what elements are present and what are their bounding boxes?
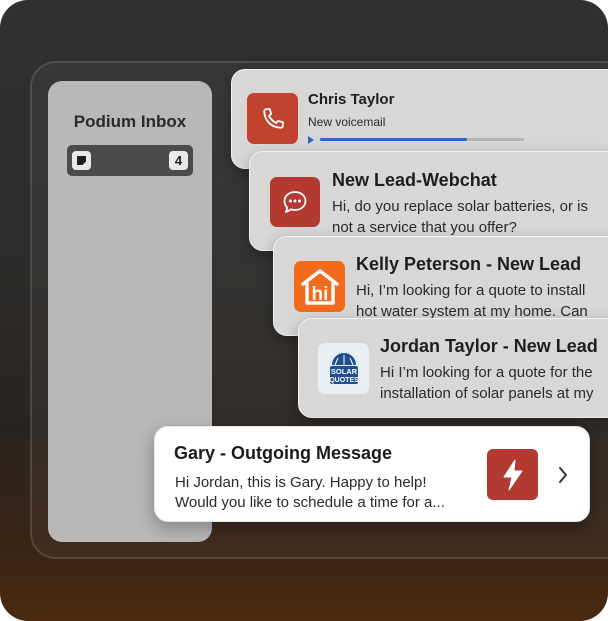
notification-title: Kelly Peterson - New Lead <box>356 254 582 274</box>
play-icon[interactable] <box>308 136 314 144</box>
hipages-logo-icon: hi <box>294 261 345 312</box>
unread-count-badge: 4 <box>169 151 188 170</box>
outgoing-body-line: Would you like to schedule a time for a.… <box>175 494 445 511</box>
stage: Podium Inbox 4 Chris Taylor New voicemai… <box>0 0 608 621</box>
chat-bubble-icon <box>270 177 320 227</box>
outgoing-message-card[interactable]: Gary - Outgoing Message Hi Jordan, this … <box>154 426 590 522</box>
notification-title: Jordan Taylor - New Lead <box>380 336 598 356</box>
notification-body: Hi, do you replace solar batteries, or i… <box>332 196 588 238</box>
notification-subtitle: New voicemail <box>308 115 386 129</box>
outgoing-body-line: Hi Jordan, this is Gary. Happy to help! <box>175 474 427 491</box>
notification-body: Hi, I’m looking for a quote to install h… <box>356 280 588 322</box>
solar-logo-line-1: SOLAR <box>330 367 357 376</box>
notification-title: New Lead-Webchat <box>332 170 497 190</box>
phone-icon <box>247 93 298 144</box>
hipages-logo-text: hi <box>311 284 328 305</box>
solar-logo-line-2: QUOTES <box>329 377 359 384</box>
inbox-tray-icon <box>72 151 91 170</box>
solar-quotes-logo-icon: SOLAR QUOTES <box>318 343 369 394</box>
notification-body-line: Hi, I’m looking for a quote to install <box>356 282 586 299</box>
voicemail-progress-bar[interactable] <box>320 138 524 141</box>
inbox-title: Podium Inbox <box>73 112 187 131</box>
lead-notification-jordan[interactable]: SOLAR QUOTES Jordan Taylor - New Lead Hi… <box>298 318 608 418</box>
notification-body-line: Hi, do you replace solar batteries, or i… <box>332 198 588 215</box>
notification-title: Chris Taylor <box>308 91 395 108</box>
notification-body: Hi I’m looking for a quote for the insta… <box>380 362 593 404</box>
lightning-bolt-icon <box>487 449 538 500</box>
outgoing-body: Hi Jordan, this is Gary. Happy to help! … <box>175 473 445 513</box>
notification-body-line: installation of solar panels at my <box>380 385 594 402</box>
voicemail-progress-fill <box>320 138 467 141</box>
chevron-right-icon[interactable] <box>555 463 571 487</box>
outgoing-title: Gary - Outgoing Message <box>174 443 393 463</box>
inbox-item[interactable]: 4 <box>67 145 193 176</box>
notification-body-line: not a service that you offer? <box>332 219 517 236</box>
notification-body-line: Hi I’m looking for a quote for the <box>380 364 593 381</box>
